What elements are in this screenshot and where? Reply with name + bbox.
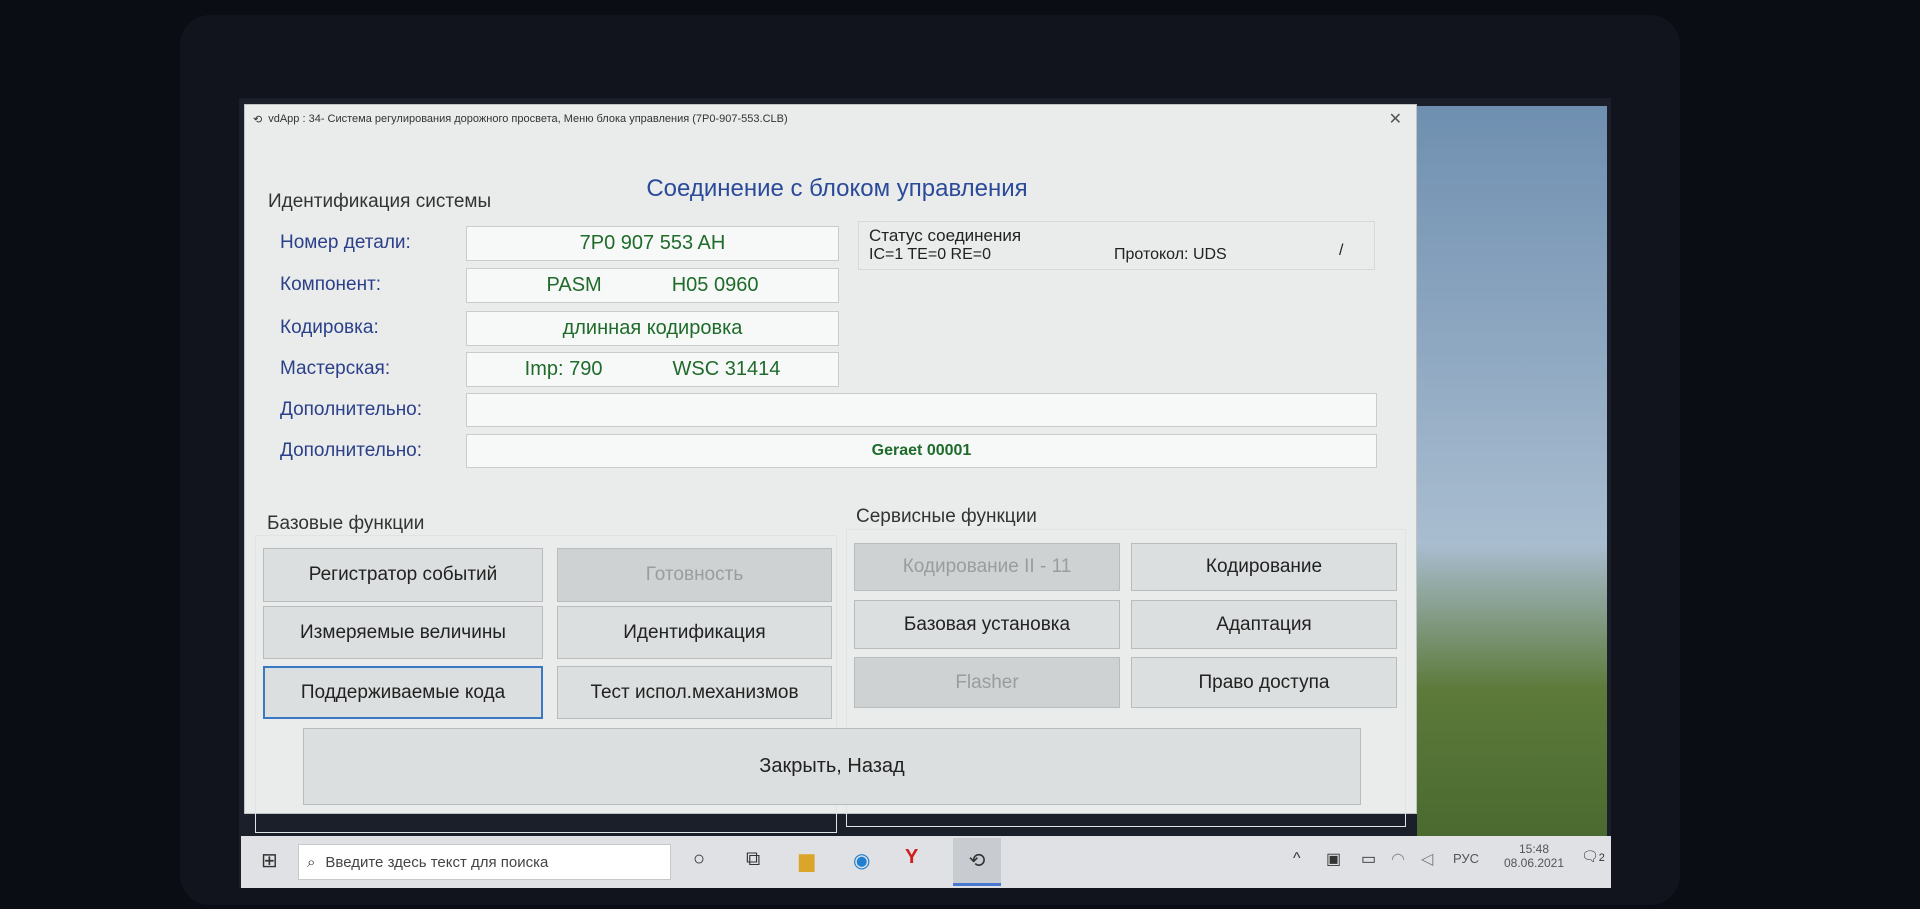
basic-functions-title: Базовые функции — [267, 513, 425, 534]
ident-value: Imp: 790 — [524, 358, 603, 380]
service-functions-title: Сервисные функции — [856, 506, 1037, 527]
basic-button-поддерживаемые-кода[interactable]: Поддерживаемые кода — [263, 666, 543, 719]
cortana-icon[interactable]: ○ — [693, 848, 705, 871]
ident-label: Компонент: — [280, 274, 382, 295]
title-bar: ⟲ vdApp : 34- Система регулирования доро… — [245, 105, 1416, 133]
edge-icon[interactable]: ◉ — [853, 848, 870, 873]
notification-count: 2 — [1598, 852, 1605, 864]
desktop-wallpaper — [1417, 106, 1607, 836]
window-title: vdApp : 34- Система регулирования дорожн… — [268, 113, 788, 125]
service-button-flasher[interactable]: Flasher — [854, 657, 1120, 708]
show-hidden-icons[interactable]: ^ — [1293, 850, 1301, 868]
ident-value-field: 7P0 907 553 AH — [466, 226, 839, 261]
service-button-право-доступа[interactable]: Право доступа — [1131, 657, 1397, 708]
notifications-icon[interactable]: 🗨2 — [1581, 848, 1605, 865]
ident-label: Дополнительно: — [280, 440, 423, 461]
ident-value: H05 0960 — [671, 274, 759, 296]
yandex-browser-icon[interactable]: Y — [905, 846, 918, 869]
windows-start-icon[interactable]: ⊞ — [261, 848, 278, 873]
ident-value-field: Imp: 790 WSC 31414 — [466, 352, 839, 387]
ident-value-field — [466, 393, 1377, 427]
volume-icon[interactable]: ◁ — [1421, 849, 1433, 869]
vdapp-icon[interactable]: ⟲ — [953, 838, 1001, 886]
file-explorer-icon[interactable]: ▆ — [799, 848, 814, 873]
taskbar: ⊞ ⌕ Введите здесь текст для поиска ○ ⧉ ▆… — [241, 836, 1611, 888]
ident-label: Номер детали: — [280, 232, 411, 253]
ident-value: длинная кодировка — [562, 317, 743, 339]
service-button-кодирование[interactable]: Кодирование — [1131, 543, 1397, 591]
ident-label: Дополнительно: — [280, 399, 423, 420]
search-icon: ⌕ — [307, 853, 316, 871]
basic-button-измеряемые-величины[interactable]: Измеряемые величины — [263, 606, 543, 659]
ident-value: PASM — [546, 274, 602, 296]
ident-label: Кодировка: — [280, 317, 379, 338]
clock[interactable]: 15:48 08.06.2021 — [1501, 842, 1567, 870]
ident-value-field: Geraet 00001 — [466, 434, 1377, 468]
basic-button-идентификация[interactable]: Идентификация — [557, 606, 832, 659]
basic-button-готовность[interactable]: Готовность — [557, 548, 832, 602]
battery-icon[interactable]: ▭ — [1361, 849, 1376, 869]
ident-section-title: Идентификация системы — [268, 191, 492, 212]
app-icon: ⟲ — [253, 113, 263, 126]
basic-button-регистратор-событий[interactable]: Регистратор событий — [263, 548, 543, 602]
ident-value: Geraet 00001 — [871, 442, 972, 459]
app-window: ⟲ vdApp : 34- Система регулирования доро… — [244, 104, 1417, 833]
service-button-адаптация[interactable]: Адаптация — [1131, 600, 1397, 649]
basic-button-тест-испол-механизмов[interactable]: Тест испол.механизмов — [557, 666, 832, 719]
service-button-базовая-установка[interactable]: Базовая установка — [854, 600, 1120, 649]
status-values: IC=1 TE=0 RE=0 — [869, 246, 991, 263]
close-icon[interactable]: ✕ — [1389, 109, 1402, 129]
service-button-кодирование-ii-11[interactable]: Кодирование II - 11 — [854, 543, 1120, 591]
task-view-icon[interactable]: ⧉ — [746, 848, 760, 871]
time: 15:48 — [1518, 842, 1550, 856]
wifi-icon[interactable]: ◠ — [1391, 849, 1405, 869]
ident-value-field: PASM H05 0960 — [466, 268, 839, 303]
activity-spinner: / — [1339, 242, 1344, 259]
language-indicator[interactable]: РУС — [1453, 851, 1479, 866]
search-placeholder: Введите здесь текст для поиска — [325, 853, 549, 871]
close-back-button[interactable]: Закрыть, Назад — [303, 728, 1361, 805]
status-title: Статус соединения — [869, 226, 1022, 245]
ident-label: Мастерская: — [280, 358, 391, 379]
search-box[interactable]: ⌕ Введите здесь текст для поиска — [298, 844, 671, 880]
status-box: Статус соединения IC=1 TE=0 RE=0 Протоко… — [858, 221, 1375, 270]
update-icon[interactable]: ▣ — [1326, 849, 1341, 869]
ident-value-field: длинная кодировка — [466, 311, 839, 346]
date: 08.06.2021 — [1503, 856, 1565, 870]
protocol: Протокол: UDS — [1114, 246, 1227, 263]
ident-value: 7P0 907 553 AH — [579, 232, 726, 254]
ident-value: WSC 31414 — [672, 358, 781, 380]
